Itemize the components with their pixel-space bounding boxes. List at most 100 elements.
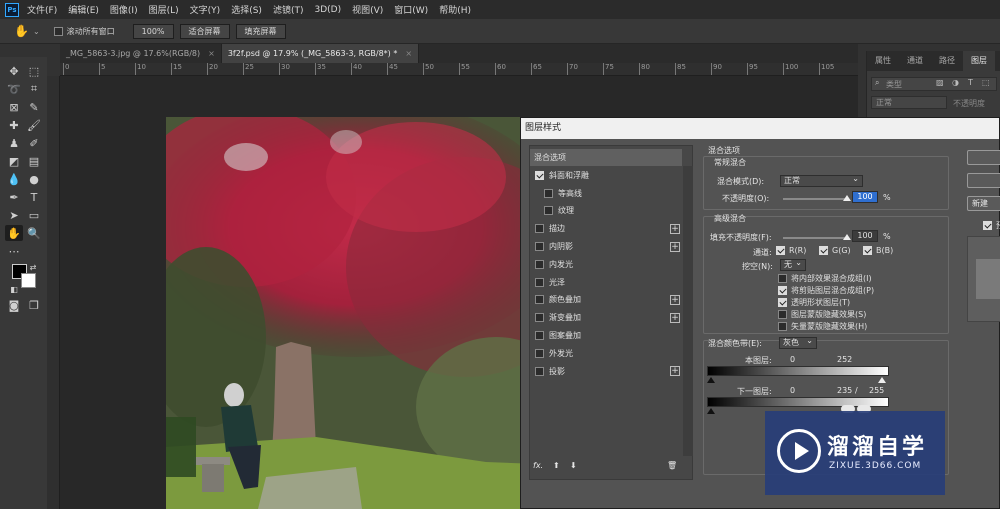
this-layer-black-knob[interactable] [707, 377, 715, 383]
crop-tool-icon[interactable]: ⌗ [25, 81, 43, 97]
filter-pixel-icon[interactable]: ▨ [936, 78, 944, 87]
filter-type-icon[interactable]: T [968, 78, 973, 87]
blur-tool-icon[interactable]: 💧 [5, 171, 23, 187]
filter-adjust-icon[interactable]: ◑ [952, 78, 959, 87]
style-item[interactable]: 渐变叠加 + [530, 309, 682, 326]
add-style-icon[interactable]: + [670, 294, 680, 305]
menu-layer[interactable]: 图层(L) [149, 3, 179, 16]
option-blend-interior[interactable]: 将内部效果混合成组(I) [778, 273, 872, 284]
swap-colors-icon[interactable]: ⇄ [24, 259, 42, 275]
add-style-icon[interactable]: + [670, 241, 680, 252]
channel-g-checkbox[interactable]: G(G) [819, 246, 851, 255]
menu-file[interactable]: 文件(F) [27, 3, 57, 16]
menu-3d[interactable]: 3D(D) [314, 5, 341, 15]
style-checkbox[interactable] [535, 224, 544, 234]
checkbox[interactable] [778, 298, 787, 307]
menu-image[interactable]: 图像(I) [110, 3, 138, 16]
history-brush-tool-icon[interactable]: ✐ [25, 135, 43, 151]
quick-mask-icon[interactable]: ◙ [5, 297, 23, 313]
menu-window[interactable]: 窗口(W) [394, 3, 428, 16]
this-layer-white-knob[interactable] [878, 377, 886, 383]
channel-b-checkbox[interactable]: B(B) [863, 246, 893, 255]
tool-preset-chevron-icon[interactable]: ⌄ [33, 27, 40, 36]
add-style-icon[interactable]: + [670, 312, 680, 323]
tab-layers[interactable]: 图层 [963, 51, 995, 71]
rectangle-tool-icon[interactable]: ▭ [25, 207, 43, 223]
menu-type[interactable]: 文字(Y) [190, 3, 221, 16]
style-checkbox[interactable] [535, 242, 544, 251]
style-checkbox[interactable] [535, 313, 544, 323]
style-item[interactable]: 内阴影 + [530, 238, 682, 255]
more-tools-icon[interactable]: ⋯ [5, 243, 23, 259]
background-color-swatch[interactable] [21, 273, 36, 288]
move-down-icon[interactable]: ⬇ [570, 461, 577, 470]
style-checkbox[interactable] [544, 188, 553, 198]
preview-checkbox[interactable] [983, 221, 992, 230]
move-tool-icon[interactable]: ✥ [5, 63, 23, 79]
gradient-tool-icon[interactable]: ▤ [25, 153, 43, 169]
style-item[interactable]: 纹理 [530, 202, 682, 219]
ok-button[interactable] [967, 150, 1000, 165]
style-item[interactable]: 光泽 [530, 274, 682, 291]
tab-document-psd[interactable]: 3f2f.psd @ 17.9% (_MG_5863-3, RGB/8*) * × [221, 44, 420, 63]
fill-opacity-slider[interactable] [783, 237, 849, 239]
close-icon[interactable]: × [405, 49, 412, 58]
menu-filter[interactable]: 滤镜(T) [273, 3, 304, 16]
option-layer-mask-hides[interactable]: 图层蒙版隐藏效果(S) [778, 309, 866, 320]
path-selection-tool-icon[interactable]: ➤ [5, 207, 23, 223]
style-checkbox[interactable] [535, 295, 544, 305]
tab-paths[interactable]: 路径 [931, 51, 963, 71]
option-transparency-shapes[interactable]: 透明形状图层(T) [778, 297, 850, 308]
frame-tool-icon[interactable]: ⊠ [5, 99, 23, 115]
tab-properties[interactable]: 属性 [867, 51, 899, 71]
layer-blend-mode[interactable]: 正常 [871, 96, 947, 109]
lasso-tool-icon[interactable]: ➰ [5, 81, 23, 97]
channel-b-check[interactable] [863, 246, 872, 255]
default-colors-icon[interactable]: ◧ [5, 281, 23, 297]
style-item[interactable]: 斜面和浮雕 [530, 167, 682, 184]
brush-tool-icon[interactable]: 🖌 [25, 117, 43, 133]
channel-r-check[interactable] [776, 246, 785, 255]
style-item[interactable]: 图案叠加 [530, 327, 682, 344]
filter-shape-icon[interactable]: ⬚ [982, 78, 990, 87]
trash-icon[interactable]: 🗑 [667, 461, 677, 470]
style-checkbox[interactable] [544, 206, 553, 216]
layer-filter-type[interactable]: 类型 [886, 79, 902, 90]
opacity-slider-knob[interactable] [843, 195, 851, 201]
zoom-tool-icon[interactable]: 🔍 [25, 225, 43, 241]
style-checkbox[interactable] [535, 366, 544, 376]
knockout-dropdown[interactable]: 无 [780, 258, 806, 271]
screen-mode-icon[interactable]: ❐ [25, 297, 43, 313]
add-style-icon[interactable]: + [670, 366, 680, 377]
option-blend-clipped[interactable]: 将剪贴图层混合成组(P) [778, 285, 874, 296]
menu-edit[interactable]: 编辑(E) [68, 3, 99, 16]
eyedropper-tool-icon[interactable]: ✎ [25, 99, 43, 115]
option-vector-mask-hides[interactable]: 矢量蒙版隐藏效果(H) [778, 321, 867, 332]
hand-tool-icon[interactable]: ✋ [5, 225, 23, 241]
blend-mode-dropdown[interactable]: 正常 [780, 174, 863, 187]
clone-stamp-tool-icon[interactable]: ♟ [5, 135, 23, 151]
type-tool-icon[interactable]: T [25, 189, 43, 205]
new-style-button[interactable]: 新建 [967, 196, 1000, 211]
zoom-100-button[interactable]: 100% [132, 23, 174, 39]
tab-document-jpg[interactable]: _MG_5863-3.jpg @ 17.6%(RGB/8) × [60, 44, 222, 63]
style-item[interactable]: 颜色叠加 + [530, 291, 682, 308]
cancel-button[interactable] [967, 173, 1000, 188]
fx-icon[interactable]: fx. [533, 461, 543, 470]
checkbox[interactable] [778, 274, 787, 283]
style-checkbox[interactable] [535, 348, 544, 358]
style-checkbox[interactable] [535, 259, 544, 269]
blend-if-dropdown[interactable]: 灰色 [779, 336, 817, 349]
style-item[interactable]: 投影 + [530, 363, 682, 380]
scroll-all-windows-checkbox[interactable] [53, 26, 63, 36]
style-item[interactable]: 内发光 [530, 256, 682, 273]
tab-channels[interactable]: 通道 [899, 51, 931, 71]
opacity-input[interactable]: 100 [852, 191, 878, 203]
under-layer-black-knob[interactable] [707, 408, 715, 414]
eraser-tool-icon[interactable]: ◩ [5, 153, 23, 169]
style-checkbox[interactable] [535, 277, 544, 287]
styles-scrollbar[interactable] [683, 166, 693, 456]
fill-screen-button[interactable]: 填充屏幕 [235, 23, 286, 39]
style-checkbox[interactable] [535, 331, 544, 340]
style-item[interactable]: 外发光 [530, 345, 682, 362]
